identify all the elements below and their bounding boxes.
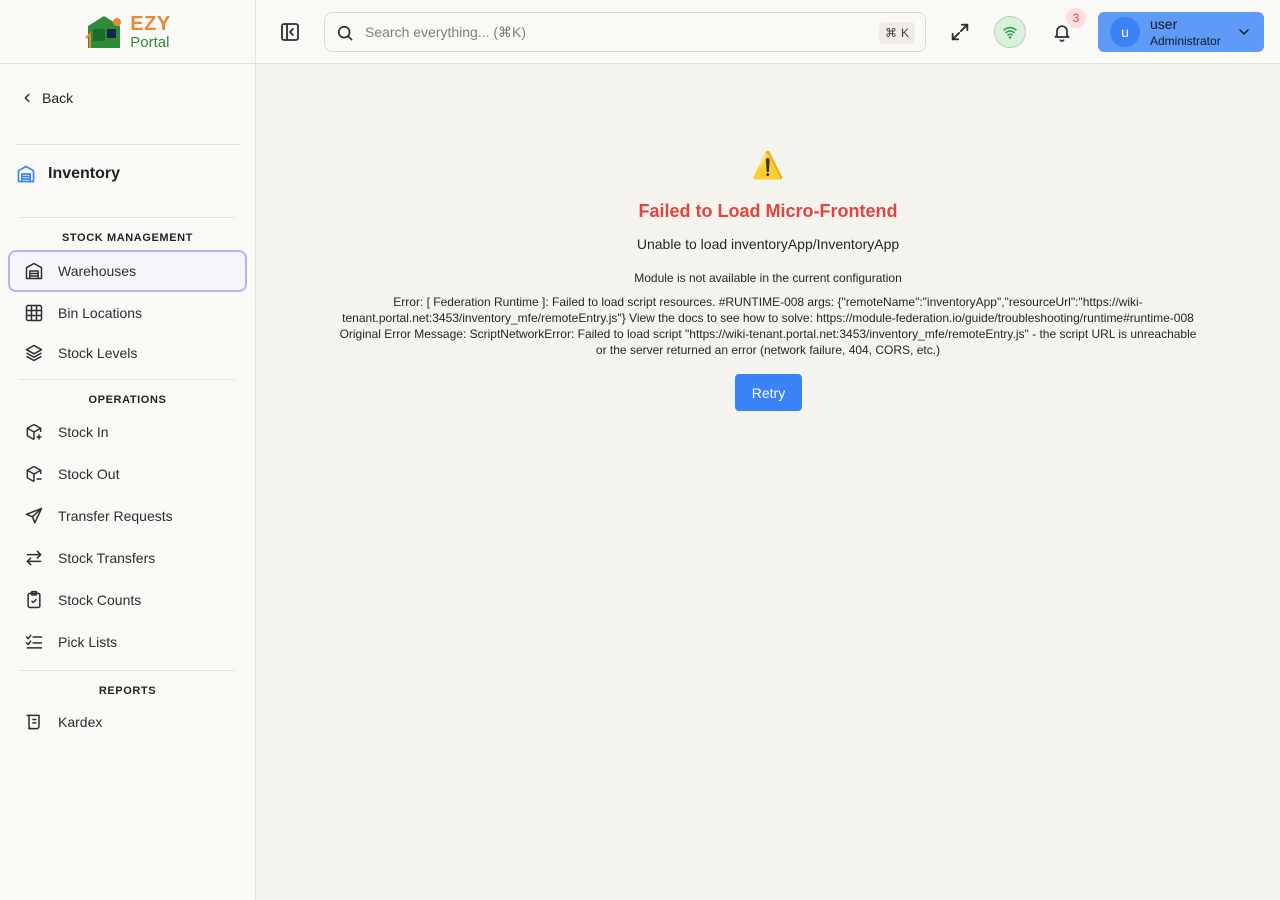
- user-name: user: [1150, 16, 1178, 32]
- brand-logo[interactable]: EZY Portal: [84, 12, 170, 52]
- grid-icon: [25, 304, 43, 322]
- brand-name-top: EZY: [130, 12, 171, 35]
- panel-left-close-icon: [281, 23, 299, 41]
- main-content: ⚠️ Failed to Load Micro-Frontend Unable …: [256, 64, 1280, 900]
- sidebar-item-label: Stock Counts: [58, 592, 142, 608]
- sidebar-item-kardex[interactable]: Kardex: [8, 702, 247, 742]
- retry-button[interactable]: Retry: [735, 374, 802, 411]
- scroll-icon: [26, 714, 40, 730]
- command-key-symbol: ⌘: [884, 26, 897, 40]
- search-box[interactable]: ⌘ K: [324, 12, 926, 52]
- user-role: Administrator: [1150, 34, 1221, 48]
- section-title-stock-management: STOCK MANAGEMENT: [61, 232, 193, 244]
- search-input[interactable]: [365, 21, 865, 43]
- search-icon: [337, 25, 353, 41]
- error-message: Module is not available in the current c…: [634, 271, 902, 285]
- sidebar-item-label: Kardex: [58, 714, 103, 730]
- error-title: Failed to Load Micro-Frontend: [638, 201, 898, 221]
- sidebar-item-label: Stock Levels: [58, 345, 138, 361]
- sidebar-item-label: Stock Out: [58, 466, 120, 482]
- warehouse-icon: [17, 165, 35, 183]
- arrows-left-right-icon: [26, 550, 42, 566]
- error-detail: Error: [ Federation Runtime ]: Failed to…: [339, 295, 1197, 357]
- chevron-down-icon: [1239, 29, 1249, 35]
- fullscreen-button[interactable]: [944, 16, 976, 48]
- section-title-operations: OPERATIONS: [88, 394, 167, 406]
- divider: [16, 144, 239, 145]
- sidebar-item-label: Stock Transfers: [58, 550, 156, 566]
- wifi-icon: [1003, 26, 1017, 39]
- sidebar-item-stock-in[interactable]: Stock In: [8, 412, 247, 452]
- sidebar-item-stock-levels[interactable]: Stock Levels: [8, 333, 247, 373]
- sidebar: EZY Portal Back Inventory STOCK MANAGEME…: [0, 0, 256, 900]
- clipboard-check-icon: [27, 590, 41, 609]
- sidebar-item-label: Warehouses: [58, 263, 137, 279]
- module-title: Inventory: [16, 164, 120, 184]
- user-menu-button[interactable]: u user Administrator: [1098, 12, 1264, 52]
- sidebar-item-pick-lists[interactable]: Pick Lists: [8, 622, 247, 662]
- divider: [20, 670, 235, 671]
- package-plus-icon: [26, 423, 42, 441]
- sidebar-toggle-button[interactable]: [278, 20, 302, 44]
- chevron-left-icon: [24, 93, 30, 103]
- warning-icon: ⚠️: [751, 150, 785, 180]
- package-minus-icon: [26, 465, 42, 483]
- warehouse-icon: [25, 262, 43, 280]
- logo-area: EZY Portal: [0, 0, 255, 64]
- shortcut-key: K: [900, 26, 909, 40]
- list-checks-icon: [25, 634, 43, 649]
- sidebar-item-label: Transfer Requests: [58, 508, 173, 524]
- divider: [20, 217, 235, 218]
- section-title-reports: REPORTS: [98, 685, 157, 697]
- sidebar-item-warehouses[interactable]: Warehouses: [8, 250, 247, 292]
- sidebar-item-stock-transfers[interactable]: Stock Transfers: [8, 538, 247, 578]
- back-label: Back: [42, 90, 74, 106]
- connection-status-button[interactable]: [994, 16, 1026, 48]
- sidebar-item-stock-counts[interactable]: Stock Counts: [8, 580, 247, 620]
- maximize-icon: [951, 23, 969, 41]
- back-button[interactable]: Back: [20, 90, 73, 106]
- logo-mark-icon: [85, 15, 122, 48]
- sidebar-item-label: Bin Locations: [58, 305, 143, 321]
- layers-icon: [25, 344, 43, 362]
- sidebar-item-bin-locations[interactable]: Bin Locations: [8, 293, 247, 333]
- send-icon: [25, 507, 43, 524]
- notification-count-badge: 3: [1066, 8, 1086, 28]
- sidebar-item-label: Stock In: [58, 424, 109, 440]
- top-header: ⌘ K 3 u user Administrator: [256, 0, 1280, 64]
- sidebar-item-label: Pick Lists: [58, 634, 118, 650]
- shortcut-hint: ⌘ K: [878, 22, 915, 44]
- error-subtitle: Unable to load inventoryApp/InventoryApp: [636, 236, 900, 252]
- brand-name-bottom: Portal: [130, 33, 170, 51]
- avatar: u: [1110, 17, 1140, 47]
- sidebar-item-transfer-requests[interactable]: Transfer Requests: [8, 496, 247, 536]
- divider: [20, 379, 235, 380]
- sidebar-item-stock-out[interactable]: Stock Out: [8, 454, 247, 494]
- module-title-label: Inventory: [48, 165, 121, 182]
